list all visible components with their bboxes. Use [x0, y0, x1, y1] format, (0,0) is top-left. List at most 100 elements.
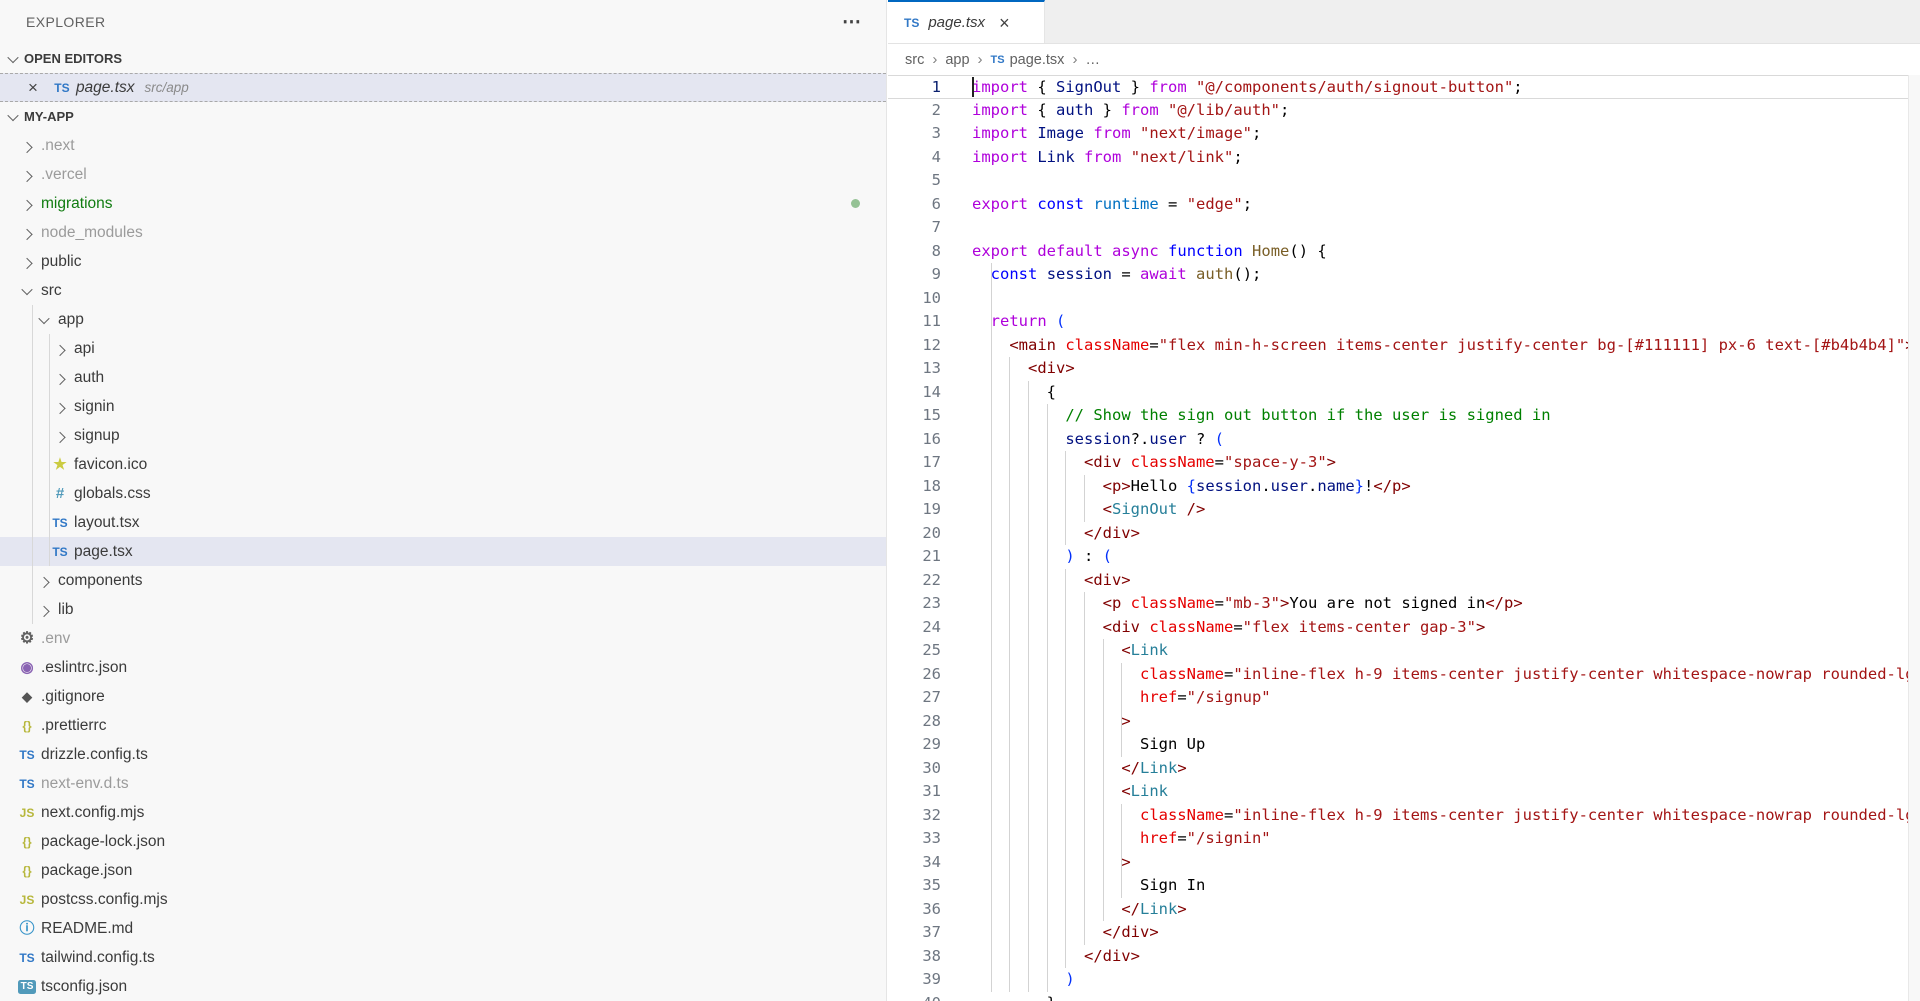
- line-number: 18: [888, 475, 972, 499]
- tree-item-postcss-config-mjs[interactable]: JSpostcss.config.mjs: [0, 885, 886, 914]
- code-line-20[interactable]: 20 </div>: [888, 522, 1908, 546]
- breadcrumb-item-app[interactable]: app: [945, 52, 969, 68]
- tree-item-migrations[interactable]: migrations: [0, 189, 886, 218]
- code-line-13[interactable]: 13 <div>: [888, 357, 1908, 381]
- tree-item-public[interactable]: public: [0, 247, 886, 276]
- tree-item-readme-md[interactable]: ⓘREADME.md: [0, 914, 886, 943]
- code-line-40[interactable]: 40 }: [888, 992, 1908, 1001]
- tree-item-vercel[interactable]: .vercel: [0, 160, 886, 189]
- breadcrumb-item-[interactable]: …: [1085, 52, 1100, 68]
- tree-item-gitignore[interactable]: ◆.gitignore: [0, 682, 886, 711]
- tree-item-prettierrc[interactable]: {}.prettierrc: [0, 711, 886, 740]
- chevron-right-icon: [38, 605, 49, 616]
- tree-item-favicon-ico[interactable]: ★favicon.ico: [0, 450, 886, 479]
- breadcrumb-item-page-tsx[interactable]: TSpage.tsx: [991, 52, 1065, 68]
- code-line-12[interactable]: 12 <main className="flex min-h-screen it…: [888, 334, 1908, 358]
- tree-item-node-modules[interactable]: node_modules: [0, 218, 886, 247]
- code-line-14[interactable]: 14 {: [888, 381, 1908, 405]
- editor-scrollbar[interactable]: [1908, 75, 1920, 1001]
- token-br: (: [1103, 547, 1112, 565]
- code-line-18[interactable]: 18 <p>Hello {session.user.name}!</p>: [888, 475, 1908, 499]
- code-line-28[interactable]: 28 >: [888, 710, 1908, 734]
- token-pn: [972, 876, 1140, 894]
- open-editors-section-header[interactable]: OPEN EDITORS: [0, 44, 886, 73]
- code-line-35[interactable]: 35 Sign In: [888, 874, 1908, 898]
- tree-item-drizzle-config-ts[interactable]: TSdrizzle.config.ts: [0, 740, 886, 769]
- code-line-7[interactable]: 7: [888, 216, 1908, 240]
- tree-item-api[interactable]: api: [0, 334, 886, 363]
- tree-item-auth[interactable]: auth: [0, 363, 886, 392]
- code-line-32[interactable]: 32 className="inline-flex h-9 items-cent…: [888, 804, 1908, 828]
- code-line-31[interactable]: 31 <Link: [888, 780, 1908, 804]
- token-tag: <p: [1103, 594, 1122, 612]
- code-line-19[interactable]: 19 <SignOut />: [888, 498, 1908, 522]
- code-line-5[interactable]: 5: [888, 169, 1908, 193]
- code-line-25[interactable]: 25 <Link: [888, 639, 1908, 663]
- tree-item-lib[interactable]: lib: [0, 595, 886, 624]
- tree-item-next-config-mjs[interactable]: JSnext.config.mjs: [0, 798, 886, 827]
- line-content: </div>: [972, 522, 1908, 546]
- code-line-2[interactable]: 2import { auth } from "@/lib/auth";: [888, 99, 1908, 123]
- line-content: <div className="flex items-center gap-3"…: [972, 616, 1908, 640]
- tree-item-package-lock-json[interactable]: {}package-lock.json: [0, 827, 886, 856]
- code-line-26[interactable]: 26 className="inline-flex h-9 items-cent…: [888, 663, 1908, 687]
- workspace-section-header[interactable]: MY-APP: [0, 102, 886, 131]
- code-line-8[interactable]: 8export default async function Home() {: [888, 240, 1908, 264]
- code-line-37[interactable]: 37 </div>: [888, 921, 1908, 945]
- tree-item-eslintrc-json[interactable]: ◉.eslintrc.json: [0, 653, 886, 682]
- code-line-39[interactable]: 39 ): [888, 968, 1908, 992]
- open-editor-item-page-tsx[interactable]: ×TSpage.tsxsrc/app: [0, 73, 886, 102]
- code-line-4[interactable]: 4import Link from "next/link";: [888, 146, 1908, 170]
- code-line-3[interactable]: 3import Image from "next/image";: [888, 122, 1908, 146]
- code-line-29[interactable]: 29 Sign Up: [888, 733, 1908, 757]
- token-tx: Hello: [1131, 477, 1187, 495]
- tree-indent-guide: [49, 334, 50, 566]
- code-line-1[interactable]: 1import { SignOut } from "@/components/a…: [888, 75, 1908, 99]
- code-line-9[interactable]: 9 const session = await auth();: [888, 263, 1908, 287]
- code-line-6[interactable]: 6export const runtime = "edge";: [888, 193, 1908, 217]
- code-line-10[interactable]: 10: [888, 287, 1908, 311]
- token-kw: import: [972, 78, 1028, 96]
- code-line-21[interactable]: 21 ) : (: [888, 545, 1908, 569]
- ts-file-icon: TS: [54, 82, 69, 94]
- tab-page-tsx[interactable]: TS page.tsx ×: [888, 0, 1045, 43]
- tree-item-signin[interactable]: signin: [0, 392, 886, 421]
- close-icon[interactable]: ×: [28, 79, 38, 96]
- tree-item-layout-tsx[interactable]: TSlayout.tsx: [0, 508, 886, 537]
- code-line-15[interactable]: 15 // Show the sign out button if the us…: [888, 404, 1908, 428]
- tree-item-tailwind-config-ts[interactable]: TStailwind.config.ts: [0, 943, 886, 972]
- breadcrumb-item-src[interactable]: src: [905, 52, 924, 68]
- tree-item-components[interactable]: components: [0, 566, 886, 595]
- tree-item-next[interactable]: .next: [0, 131, 886, 160]
- close-icon[interactable]: ×: [999, 14, 1010, 32]
- code-line-30[interactable]: 30 </Link>: [888, 757, 1908, 781]
- tree-item-globals-css[interactable]: #globals.css: [0, 479, 886, 508]
- tree-item-package-json[interactable]: {}package.json: [0, 856, 886, 885]
- code-line-27[interactable]: 27 href="/signup": [888, 686, 1908, 710]
- tree-item-signup[interactable]: signup: [0, 421, 886, 450]
- tree-item-next-env-d-ts[interactable]: TSnext-env.d.ts: [0, 769, 886, 798]
- code-line-23[interactable]: 23 <p className="mb-3">You are not signe…: [888, 592, 1908, 616]
- tree-item-tsconfig-json[interactable]: TStsconfig.json: [0, 972, 886, 1001]
- tree-item-src[interactable]: src: [0, 276, 886, 305]
- code-line-38[interactable]: 38 </div>: [888, 945, 1908, 969]
- tree-item-env[interactable]: ⚙.env: [0, 624, 886, 653]
- explorer-more-actions-icon[interactable]: ⋯: [842, 13, 862, 32]
- file-icon-slot: ◉: [16, 660, 38, 675]
- line-content: [972, 287, 1908, 311]
- code-line-36[interactable]: 36 </Link>: [888, 898, 1908, 922]
- line-content: import { auth } from "@/lib/auth";: [972, 99, 1908, 123]
- code-line-17[interactable]: 17 <div className="space-y-3">: [888, 451, 1908, 475]
- code-line-16[interactable]: 16 session?.user ? (: [888, 428, 1908, 452]
- code-line-24[interactable]: 24 <div className="flex items-center gap…: [888, 616, 1908, 640]
- code-line-33[interactable]: 33 href="/signin": [888, 827, 1908, 851]
- open-editor-file-path: src/app: [145, 80, 189, 95]
- code-editor[interactable]: 1import { SignOut } from "@/components/a…: [888, 75, 1920, 1001]
- tree-item-page-tsx[interactable]: TSpage.tsx: [0, 537, 886, 566]
- folder-chevron-slot: [16, 171, 38, 179]
- code-line-34[interactable]: 34 >: [888, 851, 1908, 875]
- code-line-11[interactable]: 11 return (: [888, 310, 1908, 334]
- token-pn: [1140, 618, 1149, 636]
- tree-item-app[interactable]: app: [0, 305, 886, 334]
- code-line-22[interactable]: 22 <div>: [888, 569, 1908, 593]
